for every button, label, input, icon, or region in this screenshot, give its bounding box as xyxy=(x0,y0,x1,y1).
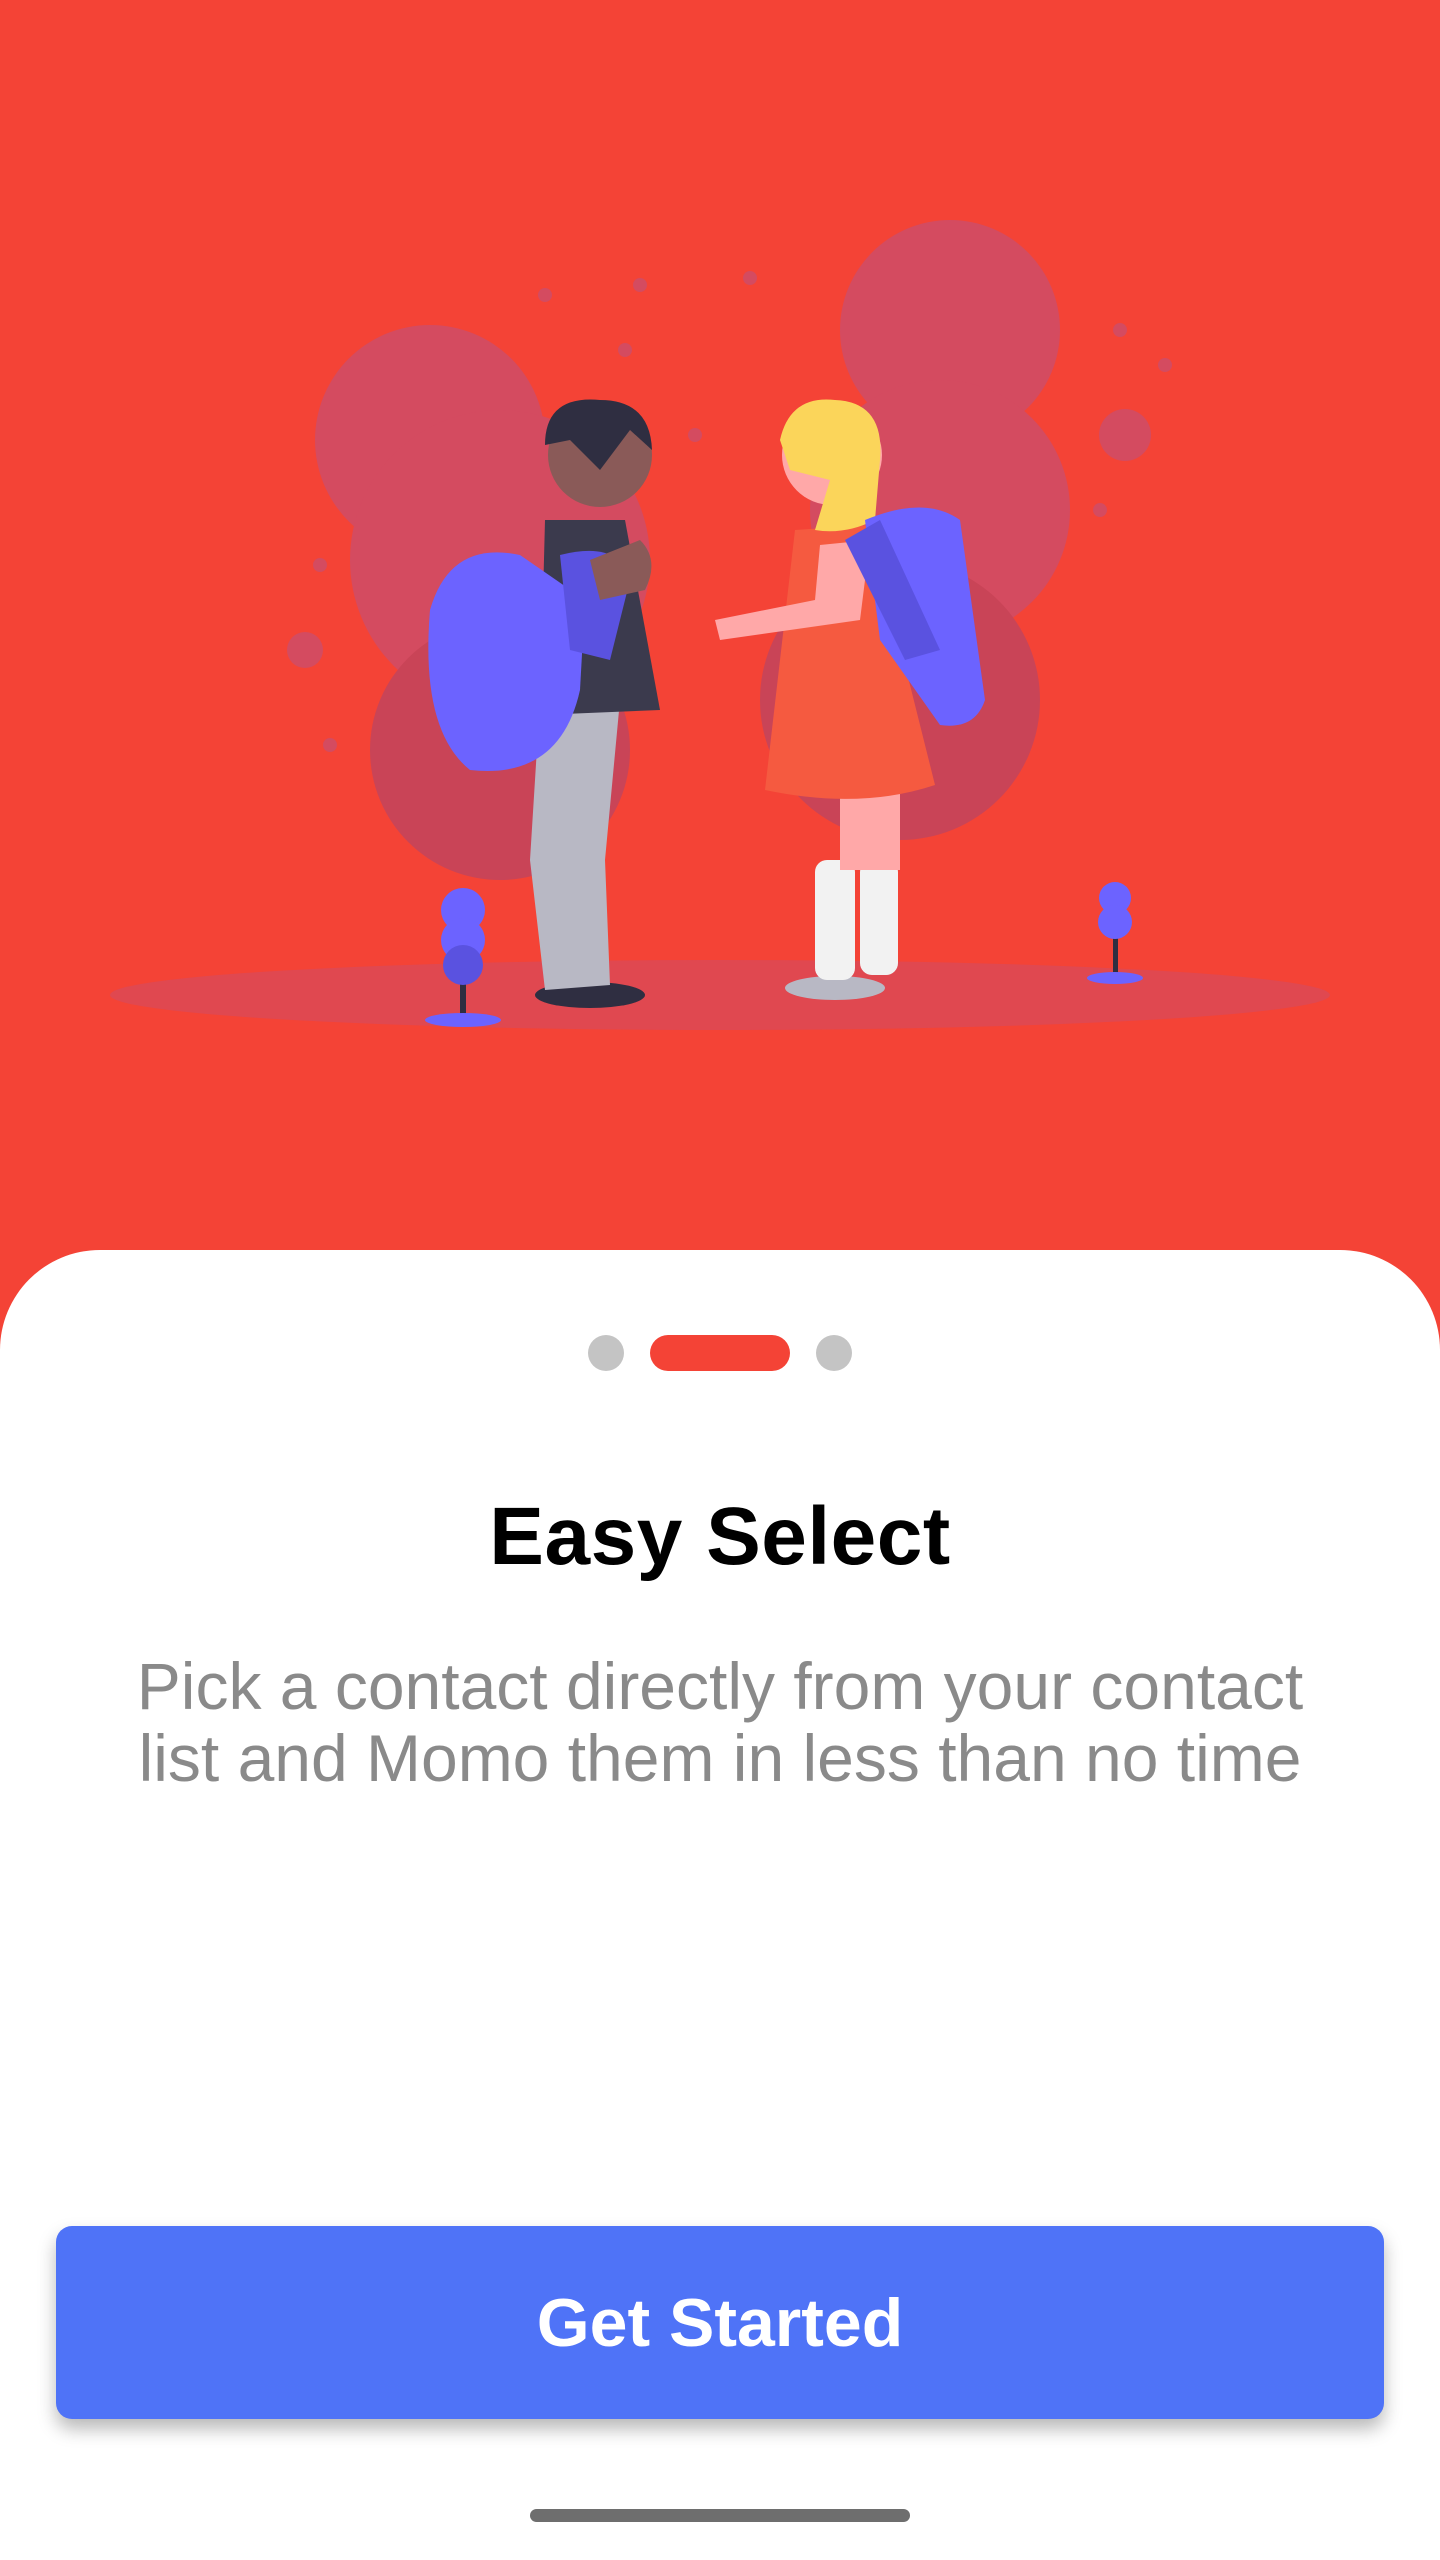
get-started-button[interactable]: Get Started xyxy=(56,2226,1384,2419)
page-indicator-dot-3[interactable] xyxy=(816,1335,852,1371)
hero-banner xyxy=(0,0,1440,1360)
onboarding-description: Pick a contact directly from your contac… xyxy=(136,1649,1304,1795)
home-indicator[interactable] xyxy=(530,2509,910,2522)
kids-with-backpacks-illustration xyxy=(110,220,1330,1030)
page-indicator xyxy=(0,1335,1440,1371)
onboarding-title: Easy Select xyxy=(489,1491,951,1582)
page-indicator-dot-2-active[interactable] xyxy=(650,1335,790,1371)
page-indicator-dot-1[interactable] xyxy=(588,1335,624,1371)
